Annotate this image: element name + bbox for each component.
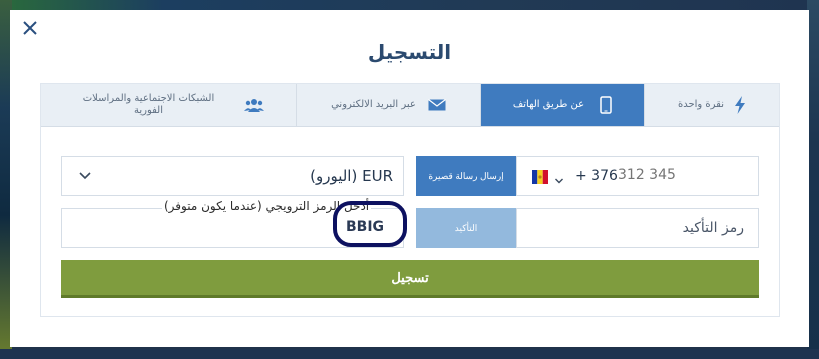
- confirmation-code-placeholder: رمز التأكيد: [682, 220, 744, 236]
- currency-phone-row: EUR (اليورو) إرسال رسالة قصيرة + 376: [61, 156, 759, 198]
- chevron-down-icon: [78, 168, 92, 188]
- tab-social-networks-label: الشبكات الاجتماعية والمراسلات الفورية: [82, 93, 215, 116]
- phone-number-input[interactable]: [618, 167, 738, 183]
- tab-social-networks[interactable]: الشبكات الاجتماعية والمراسلات الفورية: [41, 84, 297, 126]
- tab-phone[interactable]: عن طريق الهاتف: [481, 84, 645, 126]
- promo-code-field[interactable]: أدخل الرمز الترويجي (عندما يكون متوفر) B…: [61, 199, 407, 248]
- promo-confirm-row: أدخل الرمز الترويجي (عندما يكون متوفر) B…: [61, 199, 759, 250]
- register-button[interactable]: تسجيل: [61, 260, 759, 298]
- currency-select[interactable]: EUR (اليورو): [61, 156, 404, 196]
- confirmation-code-field[interactable]: رمز التأكيد: [516, 208, 759, 248]
- andorra-flag-icon[interactable]: [532, 169, 548, 184]
- registration-tabs: الشبكات الاجتماعية والمراسلات الفورية عب…: [41, 84, 779, 127]
- mobile-phone-icon: [600, 96, 612, 114]
- close-icon[interactable]: [20, 19, 40, 39]
- background-top: [0, 0, 819, 10]
- phone-field: + 376: [516, 156, 759, 196]
- tab-one-click[interactable]: نقرة واحدة: [645, 84, 779, 126]
- envelope-icon: [428, 99, 446, 111]
- modal-title: التسجيل: [367, 40, 452, 64]
- country-chevron-icon[interactable]: [554, 171, 564, 190]
- country-code: + 376: [575, 168, 618, 184]
- tab-email-label: عبر البريد الالكتروني: [331, 99, 416, 110]
- registration-modal: التسجيل الشبكات الاجتماعية والمراسلات ال…: [10, 10, 809, 347]
- tab-one-click-label: نقرة واحدة: [677, 99, 725, 110]
- send-sms-button[interactable]: إرسال رسالة قصيرة: [416, 156, 516, 196]
- currency-value: EUR (اليورو): [310, 167, 393, 185]
- registration-panel: الشبكات الاجتماعية والمراسلات الفورية عب…: [40, 83, 780, 317]
- lightning-icon: [734, 96, 746, 114]
- highlight-circle: [333, 201, 407, 247]
- background-bottom: [0, 349, 819, 359]
- confirm-button[interactable]: التأكيد: [416, 208, 516, 248]
- tab-email[interactable]: عبر البريد الالكتروني: [297, 84, 481, 126]
- users-icon: [243, 98, 264, 112]
- tab-phone-label: عن طريق الهاتف: [512, 99, 585, 110]
